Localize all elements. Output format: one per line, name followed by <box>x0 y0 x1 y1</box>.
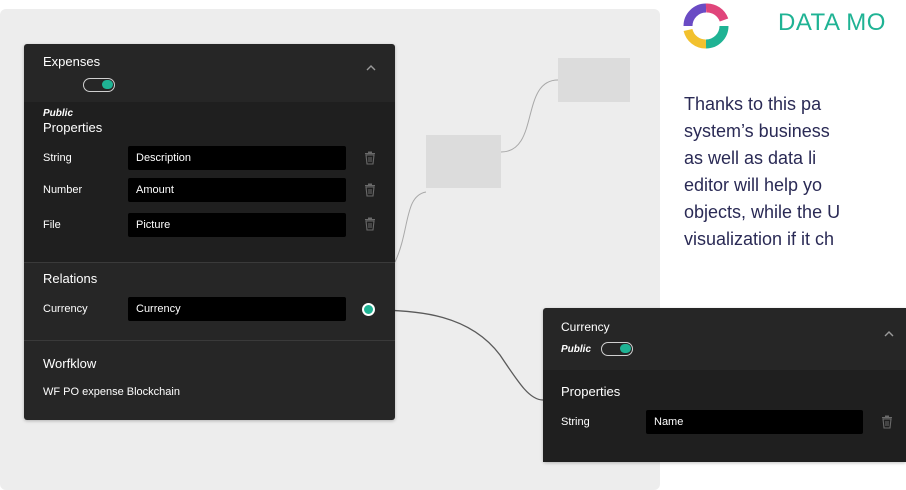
expenses-entity-panel[interactable]: Expenses Public Properties String Descri… <box>24 44 395 420</box>
property-name-field[interactable]: Name <box>646 410 863 434</box>
toggle-knob <box>620 344 631 353</box>
description-line: Thanks to this pa <box>684 94 822 114</box>
relation-type-label: Currency <box>43 303 88 315</box>
ghost-node-small[interactable] <box>558 58 630 102</box>
relation-target-field[interactable]: Currency <box>128 297 346 321</box>
properties-title: Properties <box>561 384 621 399</box>
description-line: objects, while the U <box>684 202 841 222</box>
property-name-field[interactable]: Description <box>128 146 346 170</box>
data-model-editor-screen: Expenses Public Properties String Descri… <box>0 0 906 490</box>
description-line: system’s business <box>684 121 830 141</box>
entity-title: Currency <box>561 320 610 334</box>
section-divider <box>24 340 395 341</box>
public-label: Public <box>43 108 74 119</box>
section-divider <box>24 262 395 263</box>
ghost-node-large[interactable] <box>426 135 501 188</box>
chevron-up-icon[interactable] <box>883 328 895 340</box>
currency-entity-panel[interactable]: Currency Public Properties String Name <box>543 308 906 462</box>
public-toggle[interactable] <box>601 342 633 356</box>
relation-connector-port[interactable] <box>362 303 375 316</box>
ring-logo-icon <box>680 0 732 50</box>
property-name-field[interactable]: Amount <box>128 178 346 202</box>
trash-icon[interactable] <box>364 151 376 165</box>
trash-icon[interactable] <box>364 183 376 197</box>
description-line: editor will help yo <box>684 175 823 195</box>
chevron-up-icon[interactable] <box>365 62 377 74</box>
brand-title: DATA MO <box>778 9 886 36</box>
public-toggle[interactable] <box>83 78 115 92</box>
port-dot <box>366 307 371 312</box>
properties-title: Properties <box>43 120 103 135</box>
property-type-label: String <box>561 416 590 428</box>
public-label: Public <box>561 344 592 355</box>
property-type-label: File <box>43 219 61 231</box>
entity-title: Expenses <box>43 54 101 69</box>
relations-title: Relations <box>43 271 98 286</box>
trash-icon[interactable] <box>364 217 376 231</box>
trash-icon[interactable] <box>881 415 893 429</box>
workflow-name: WF PO expense Blockchain <box>43 386 180 398</box>
property-type-label: Number <box>43 184 83 196</box>
toggle-knob <box>102 80 113 89</box>
workflow-title: Worfklow <box>43 356 97 371</box>
description-line: as well as data li <box>684 148 817 168</box>
property-type-label: String <box>43 152 72 164</box>
description-line: visualization if it ch <box>684 229 835 249</box>
property-name-field[interactable]: Picture <box>128 213 346 237</box>
